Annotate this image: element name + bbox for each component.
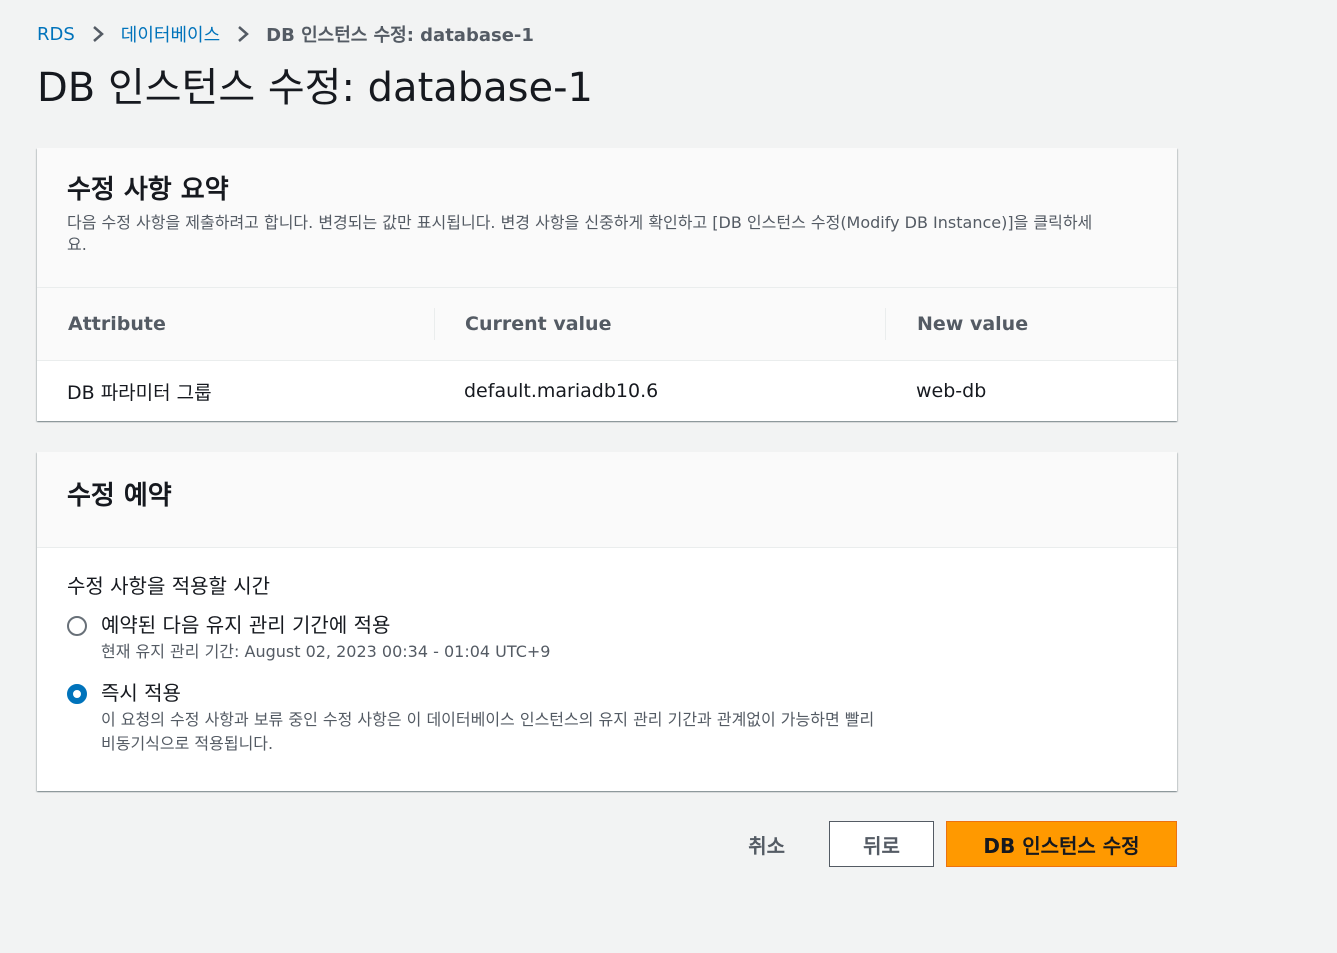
breadcrumb: RDS 데이터베이스 DB 인스턴스 수정: database-1 [37,20,534,48]
apply-time-label: 수정 사항을 적용할 시간 [67,574,271,598]
radio-description-apply-immediately: 이 요청의 수정 사항과 보류 중인 수정 사항은 이 데이터베이스 인스턴스의… [101,710,875,753]
summary-description: 다음 수정 사항을 제출하려고 합니다. 변경되는 값만 표시됩니다. 변경 사… [67,213,1093,254]
radio-option-maintenance-window[interactable]: 예약된 다음 유지 관리 기간에 적용 현재 유지 관리 기간: August … [67,610,1147,664]
radio-label-maintenance-window: 예약된 다음 유지 관리 기간에 적용 [101,613,391,637]
summary-title: 수정 사항 요약 [67,175,229,205]
cancel-button[interactable]: 취소 [728,821,805,867]
schedule-body: 수정 사항을 적용할 시간 예약된 다음 유지 관리 기간에 적용 현재 유지 … [37,548,1177,756]
breadcrumb-databases-link[interactable]: 데이터베이스 [121,21,220,47]
current-value-cell: default.mariadb10.6 [464,380,659,402]
column-header-new-value: New value [917,313,1029,335]
radio-button-maintenance-window[interactable] [67,616,87,636]
back-button[interactable]: 뒤로 [829,821,934,867]
chevron-right-icon [236,24,250,44]
chevron-right-icon [91,24,105,44]
column-header-current-value: Current value [465,313,612,335]
column-header-attribute: Attribute [68,313,166,335]
page-title: DB 인스턴스 수정: database-1 [37,65,593,111]
summary-header: 수정 사항 요약 다음 수정 사항을 제출하려고 합니다. 변경되는 값만 표시… [37,148,1177,288]
breadcrumb-current: DB 인스턴스 수정: database-1 [266,25,534,46]
schedule-modifications-panel: 수정 예약 수정 사항을 적용할 시간 예약된 다음 유지 관리 기간에 적용 … [37,452,1177,791]
new-value-cell: web-db [916,380,987,402]
modify-db-instance-button[interactable]: DB 인스턴스 수정 [946,821,1177,867]
schedule-title: 수정 예약 [67,481,172,511]
radio-description-maintenance-window: 현재 유지 관리 기간: August 02, 2023 00:34 - 01:… [101,642,551,661]
breadcrumb-rds-link[interactable]: RDS [37,24,75,45]
summary-table-header: Attribute Current value New value [37,288,1177,361]
column-divider [434,308,435,340]
column-divider [885,308,886,340]
schedule-header: 수정 예약 [37,452,1177,548]
table-row: DB 파라미터 그룹 default.mariadb10.6 web-db [37,361,1177,421]
attribute-cell: DB 파라미터 그룹 [67,381,212,404]
radio-button-apply-immediately[interactable] [67,684,87,704]
modification-summary-panel: 수정 사항 요약 다음 수정 사항을 제출하려고 합니다. 변경되는 값만 표시… [37,148,1177,421]
radio-option-apply-immediately[interactable]: 즉시 적용 이 요청의 수정 사항과 보류 중인 수정 사항은 이 데이터베이스… [67,678,1147,756]
form-actions: 취소 뒤로 DB 인스턴스 수정 [728,821,1177,867]
radio-label-apply-immediately: 즉시 적용 [101,681,181,705]
